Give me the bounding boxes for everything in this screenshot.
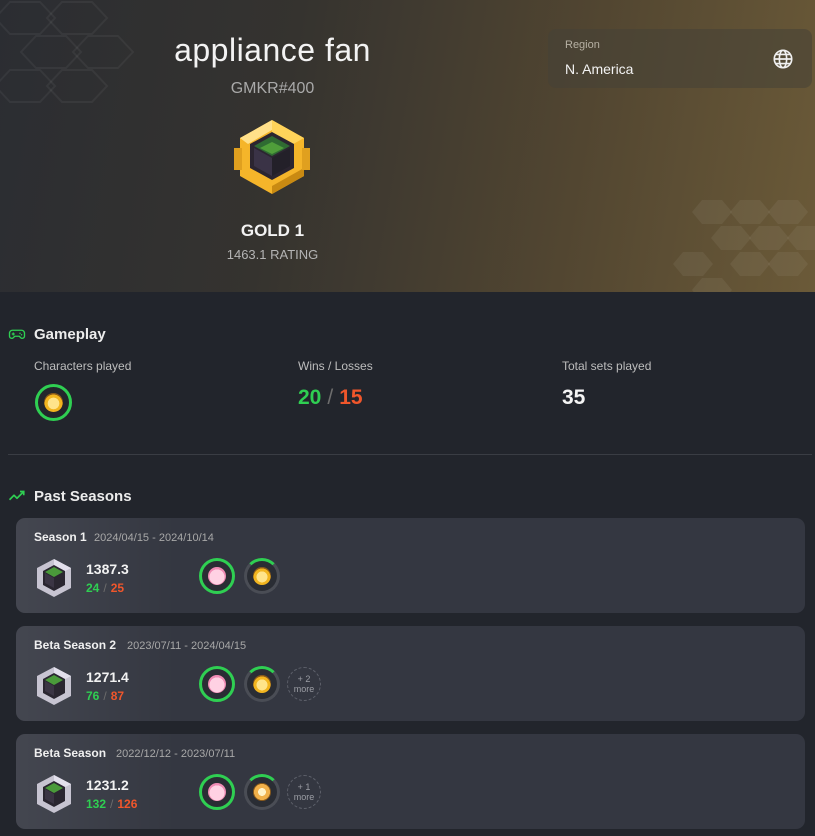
season-wins-losses: 132/126 bbox=[86, 797, 137, 811]
more-characters-chip[interactable]: + 2 more bbox=[287, 667, 321, 701]
globe-icon[interactable] bbox=[772, 48, 794, 70]
season-rating: 1271.4 bbox=[86, 669, 129, 685]
season-rating: 1231.2 bbox=[86, 777, 129, 793]
gamepad-icon bbox=[8, 329, 26, 339]
profile-header: appliance fan GMKR#400 GOLD 1 1463.1 RAT… bbox=[0, 0, 815, 292]
total-sets-label: Total sets played bbox=[562, 359, 652, 373]
season-name: Season 1 bbox=[34, 530, 87, 544]
season-wins-losses: 76/87 bbox=[86, 689, 124, 703]
region-label: Region bbox=[565, 39, 600, 51]
silver-rank-badge-icon bbox=[37, 775, 71, 813]
season-rating: 1387.3 bbox=[86, 561, 129, 577]
wl-separator: / bbox=[103, 689, 107, 703]
character-icon-jigglypuff[interactable] bbox=[199, 774, 235, 810]
section-divider bbox=[8, 454, 812, 455]
more-count: + 2 bbox=[297, 674, 311, 684]
season-wins-losses: 24/25 bbox=[86, 581, 124, 595]
region-value: N. America bbox=[565, 61, 634, 77]
season-name: Beta Season 2 bbox=[34, 638, 117, 652]
season-card[interactable]: Beta Season 2022/12/12 - 2023/07/11 1231… bbox=[16, 734, 805, 829]
character-icon-isabelle[interactable] bbox=[244, 666, 280, 702]
more-label: more bbox=[293, 684, 315, 694]
season-wins: 76 bbox=[86, 689, 100, 703]
region-selector[interactable]: Region N. America bbox=[548, 29, 812, 88]
more-characters-chip[interactable]: + 1 more bbox=[287, 775, 321, 809]
character-icon-jigglypuff[interactable] bbox=[199, 666, 235, 702]
season-wins: 132 bbox=[86, 797, 107, 811]
wl-separator: / bbox=[110, 797, 114, 811]
more-count: + 1 bbox=[297, 782, 311, 792]
more-label: more bbox=[293, 792, 315, 802]
season-card[interactable]: Beta Season 2 2023/07/11 - 2024/04/15 12… bbox=[16, 626, 805, 721]
season-card[interactable]: Season 1 2024/04/15 - 2024/10/14 1387.3 … bbox=[16, 518, 805, 613]
wl-separator: / bbox=[103, 581, 107, 595]
losses-value: 15 bbox=[339, 386, 363, 409]
player-tag: GMKR#400 bbox=[230, 80, 315, 97]
trend-up-icon bbox=[8, 490, 25, 501]
past-seasons-title: Past Seasons bbox=[34, 488, 132, 505]
season-name: Beta Season bbox=[34, 746, 107, 760]
character-icon-isabelle[interactable] bbox=[244, 558, 280, 594]
season-losses: 25 bbox=[110, 581, 125, 595]
character-icon-jigglypuff[interactable] bbox=[199, 558, 235, 594]
gold-rank-badge-icon bbox=[234, 120, 310, 194]
wins-losses-value: 20/15 bbox=[298, 386, 363, 410]
total-sets-value: 35 bbox=[562, 386, 586, 409]
season-wins: 24 bbox=[86, 581, 100, 595]
season-dates: 2022/12/12 - 2023/07/11 bbox=[116, 748, 236, 760]
wins-losses-label: Wins / Losses bbox=[298, 359, 373, 373]
season-dates: 2024/04/15 - 2024/10/14 bbox=[94, 532, 214, 544]
wins-value: 20 bbox=[298, 386, 322, 409]
rank-rating: 1463.1 RATING bbox=[226, 247, 319, 262]
wl-separator: / bbox=[327, 386, 334, 409]
characters-played-label: Characters played bbox=[34, 359, 132, 373]
rank-name: GOLD 1 bbox=[240, 221, 305, 240]
season-losses: 126 bbox=[117, 797, 138, 811]
season-dates: 2023/07/11 - 2024/04/15 bbox=[127, 640, 247, 652]
silver-rank-badge-icon bbox=[37, 667, 71, 705]
gameplay-title: Gameplay bbox=[34, 326, 106, 343]
character-icon-fox[interactable] bbox=[244, 774, 280, 810]
silver-rank-badge-icon bbox=[37, 559, 71, 597]
character-icon-isabelle[interactable] bbox=[35, 384, 72, 421]
season-losses: 87 bbox=[110, 689, 125, 703]
player-name: appliance fan bbox=[174, 32, 371, 68]
